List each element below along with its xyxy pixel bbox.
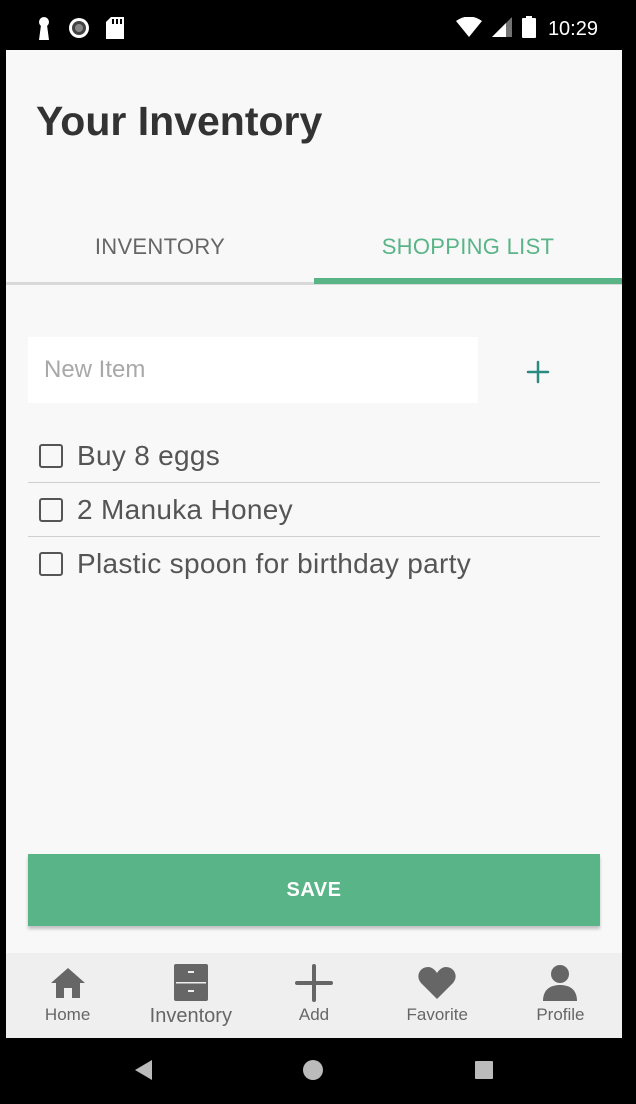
item-checkbox[interactable]	[39, 552, 63, 576]
system-navigation-bar	[0, 1038, 636, 1104]
circle-icon	[302, 1059, 324, 1085]
add-item-button[interactable]	[514, 350, 562, 398]
tab-inventory[interactable]: INVENTORY	[6, 214, 314, 280]
tab-bar: INVENTORY SHOPPING LIST	[6, 214, 622, 285]
cellular-signal-icon	[491, 17, 512, 41]
shopping-list: Buy 8 eggs 2 Manuka Honey Plastic spoon …	[28, 429, 600, 591]
page-title: Your Inventory	[36, 98, 323, 144]
status-bar: 10:29	[0, 0, 636, 50]
bottom-navigation: Home Inventory Add Favorite Profile	[6, 953, 622, 1038]
square-icon	[474, 1060, 494, 1084]
plus-icon	[295, 963, 333, 1003]
nav-label: Favorite	[406, 1005, 468, 1024]
home-icon	[50, 963, 86, 1003]
nav-label: Home	[44, 1005, 91, 1024]
recents-button[interactable]	[472, 1060, 496, 1084]
nav-item-favorite[interactable]: Favorite	[376, 953, 499, 1038]
new-item-input[interactable]	[28, 337, 478, 403]
nav-item-add[interactable]: Add	[252, 953, 375, 1038]
list-item: Buy 8 eggs	[28, 429, 600, 483]
status-time: 10:29	[547, 17, 598, 40]
person-icon	[543, 963, 578, 1003]
nav-label: Add	[298, 1005, 330, 1024]
nav-label: Inventory	[149, 1005, 232, 1027]
wifi-icon	[455, 16, 482, 41]
nav-item-home[interactable]: Home	[6, 953, 129, 1038]
status-notifications	[36, 16, 124, 44]
battery-icon	[521, 16, 536, 42]
sync-icon	[68, 17, 90, 43]
item-checkbox[interactable]	[39, 443, 63, 468]
nav-item-inventory[interactable]: Inventory	[129, 953, 252, 1038]
item-checkbox[interactable]	[39, 497, 63, 522]
cabinet-icon	[173, 963, 208, 1003]
back-icon	[133, 1059, 153, 1085]
active-tab-indicator	[314, 278, 622, 284]
app-screen: Your Inventory INVENTORY SHOPPING LIST B…	[6, 50, 622, 1038]
nav-label: Profile	[536, 1005, 585, 1024]
heart-icon	[418, 963, 456, 1003]
back-button[interactable]	[131, 1060, 155, 1084]
sd-card-icon	[106, 17, 124, 43]
item-label: Plastic spoon for birthday party	[77, 548, 472, 579]
list-item: Plastic spoon for birthday party	[28, 537, 600, 591]
plus-icon	[526, 360, 550, 388]
tab-shopping-list[interactable]: SHOPPING LIST	[314, 214, 622, 280]
list-item: 2 Manuka Honey	[28, 483, 600, 537]
item-label: 2 Manuka Honey	[77, 493, 293, 525]
save-button[interactable]: SAVE	[28, 854, 600, 926]
item-label: Buy 8 eggs	[77, 439, 221, 471]
home-button[interactable]	[301, 1060, 325, 1084]
nav-item-profile[interactable]: Profile	[499, 953, 622, 1038]
keyhole-icon	[36, 16, 52, 44]
